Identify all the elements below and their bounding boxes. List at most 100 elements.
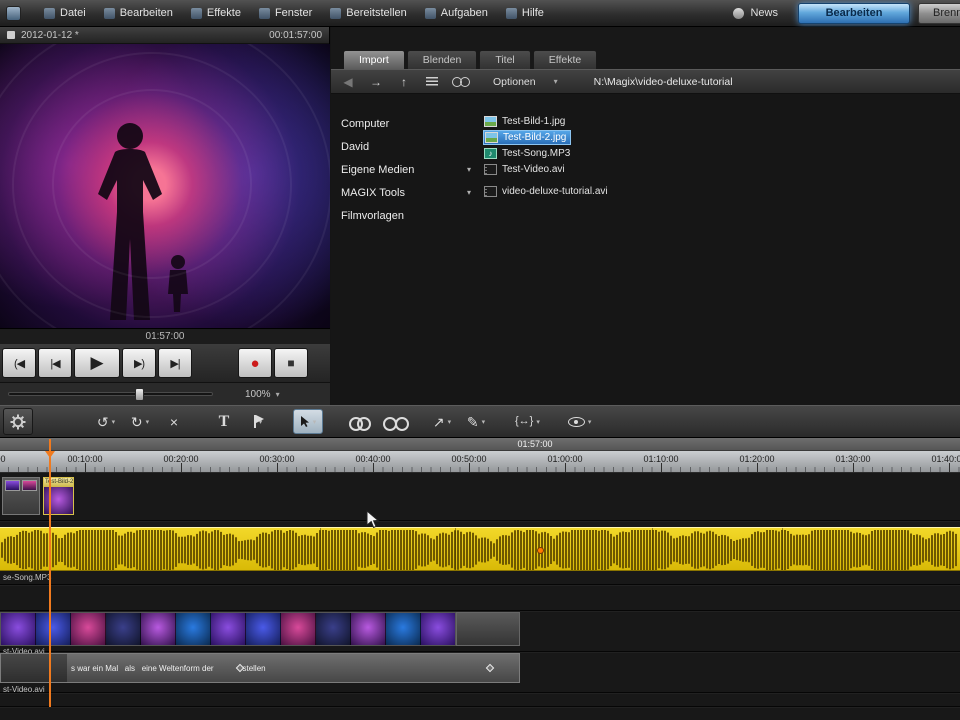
film-frame-thumbnail — [141, 613, 176, 645]
play-button[interactable]: ▶ — [74, 348, 120, 378]
search-icon[interactable] — [451, 73, 469, 91]
image-clip-2[interactable]: Test-Bild-2.jpg — [43, 477, 74, 515]
menu-item-icon — [191, 8, 202, 19]
menu-fenster[interactable]: Fenster — [250, 0, 321, 26]
stretch-button[interactable]: ↗ ▾ — [427, 409, 457, 434]
mouse-mode-button[interactable]: ▾ — [293, 409, 323, 434]
settings-button[interactable] — [3, 408, 33, 435]
audio-file-icon: ♪ — [484, 148, 497, 159]
zoom-select[interactable]: 100% ▾ — [245, 389, 280, 400]
frame-forward-button[interactable]: ▶| — [158, 348, 192, 378]
list-view-icon[interactable] — [423, 73, 441, 91]
flag-icon — [254, 415, 256, 428]
range-start-button[interactable]: (◀ — [2, 348, 36, 378]
video-clip-filmstrip[interactable] — [0, 612, 456, 646]
nav-item-computer[interactable]: Computer — [331, 112, 481, 135]
ruler-label: 01:10:00 — [643, 454, 678, 464]
ruler-major-tick — [469, 463, 470, 472]
keyframe-dot[interactable] — [537, 547, 544, 554]
menu-bearbeiten[interactable]: Bearbeiten — [95, 0, 182, 26]
tab-effekte[interactable]: Effekte — [533, 50, 598, 69]
nav-item-label: MAGIX Tools — [341, 187, 405, 199]
nav-item-filmvorlagen[interactable]: Filmvorlagen — [331, 204, 481, 227]
range-end-button[interactable]: ▶) — [122, 348, 156, 378]
file-item[interactable]: Test-Bild-1.jpg — [483, 114, 569, 129]
film-frame-thumbnail — [106, 613, 141, 645]
title-clip-shade — [1, 654, 67, 682]
film-frame-thumbnail — [351, 613, 386, 645]
forward-icon[interactable]: → — [367, 73, 385, 91]
nav-item-eigene-medien[interactable]: Eigene Medien▾ — [331, 158, 481, 181]
edit-mode-button[interactable]: Bearbeiten — [798, 3, 910, 24]
menu-effekte[interactable]: Effekte — [182, 0, 250, 26]
title-caption: s war ein Mal als eine Weltenform der st… — [71, 664, 511, 673]
redo-button[interactable]: ↻ ▾ — [125, 409, 155, 434]
ruler-label: 00:20:00 — [163, 454, 198, 464]
preview-titlebar: 2012-01-12 * 00:01:57:00 — [0, 27, 329, 44]
delete-button[interactable]: × — [159, 409, 189, 434]
menu-item-label: Bereitstellen — [346, 7, 407, 19]
project-title: 2012-01-12 * — [21, 30, 79, 41]
tab-blenden[interactable]: Blenden — [407, 50, 478, 69]
preview-panel: 2012-01-12 * 00:01:57:00 01:57:00 (◀ |◀ … — [0, 27, 330, 405]
undo-button[interactable]: ↺ ▾ — [91, 409, 121, 434]
menubar: DateiBearbeitenEffekteFensterBereitstell… — [0, 0, 960, 27]
video-monitor[interactable] — [0, 44, 330, 328]
file-item[interactable]: video-deluxe-tutorial.avi — [483, 184, 612, 199]
image-clip-1[interactable] — [2, 477, 40, 515]
burn-mode-button[interactable]: Brennen — [918, 3, 960, 24]
image-file-icon — [484, 116, 497, 127]
tab-import[interactable]: Import — [343, 50, 405, 69]
menu-item-icon — [104, 8, 115, 19]
media-pool-tabs: Import Blenden Titel Effekte — [343, 50, 599, 69]
media-path[interactable]: N:\Magix\video-deluxe-tutorial — [594, 76, 733, 88]
ungroup-button[interactable] — [377, 409, 407, 434]
nav-item-magix-tools[interactable]: MAGIX Tools▾ — [331, 181, 481, 204]
frame-back-button[interactable]: |◀ — [38, 348, 72, 378]
chevron-down-icon: ▾ — [536, 418, 540, 426]
menu-hilfe[interactable]: Hilfe — [497, 0, 553, 26]
timeline-ruler[interactable]: 00:00:00 00:10:0000:20:0000:30:0000:40:0… — [0, 451, 960, 473]
seek-slider[interactable] — [8, 392, 213, 396]
file-item[interactable]: ♪Test-Song.MP3 — [483, 146, 574, 161]
unlink-icon — [383, 417, 402, 427]
title-editor-button[interactable]: T — [209, 409, 239, 434]
folder-up-icon[interactable]: ↑ — [395, 73, 413, 91]
film-frame-thumbnail — [316, 613, 351, 645]
marker-button[interactable]: ▾ — [243, 409, 273, 434]
range-button[interactable]: {↔} ▾ — [511, 409, 544, 434]
media-pool: Import Blenden Titel Effekte ◀ → ↑ Optio… — [331, 27, 960, 405]
timeline-tracks[interactable]: Test-Bild-2.jpg se-Song.MP3 st-Video.avi… — [0, 473, 960, 720]
audio-clip-test-song[interactable] — [0, 527, 960, 571]
title-clip[interactable]: s war ein Mal als eine Weltenform der st… — [0, 653, 520, 683]
menu-aufgaben[interactable]: Aufgaben — [416, 0, 497, 26]
stop-button[interactable]: ■ — [274, 348, 308, 378]
tab-titel[interactable]: Titel — [479, 50, 530, 69]
record-button[interactable]: ● — [238, 348, 272, 378]
video-clip-extension[interactable] — [456, 612, 520, 646]
options-button[interactable]: Optionen ▾ — [493, 76, 558, 88]
menu-datei[interactable]: Datei — [35, 0, 95, 26]
ruler-label: 01:20:00 — [739, 454, 774, 464]
news-button[interactable]: News — [750, 7, 778, 19]
zoom-value: 100% — [245, 389, 271, 400]
ruler-major-tick — [949, 463, 950, 472]
draw-button[interactable]: ✎ ▾ — [461, 409, 491, 434]
app-icon[interactable] — [6, 6, 21, 21]
view-mode-button[interactable]: ▾ — [564, 409, 596, 434]
video-file-icon — [484, 186, 497, 197]
clip-split-line — [652, 528, 653, 570]
file-item[interactable]: Test-Video.avi — [483, 162, 569, 177]
menu-bereitstellen[interactable]: Bereitstellen — [321, 0, 416, 26]
group-button[interactable] — [343, 409, 373, 434]
film-frame-thumbnail — [176, 613, 211, 645]
nav-item-david[interactable]: David — [331, 135, 481, 158]
back-icon[interactable]: ◀ — [339, 73, 357, 91]
menubar-right: News Bearbeiten Brennen — [733, 0, 960, 26]
file-item[interactable]: Test-Bild-2.jpg — [483, 130, 571, 145]
eye-icon — [568, 417, 585, 427]
seek-slider-handle[interactable] — [135, 388, 144, 401]
menu-item-icon — [330, 8, 341, 19]
timeline-position-strip[interactable]: 01:57:00 — [0, 438, 960, 451]
menu-item-icon — [425, 8, 436, 19]
